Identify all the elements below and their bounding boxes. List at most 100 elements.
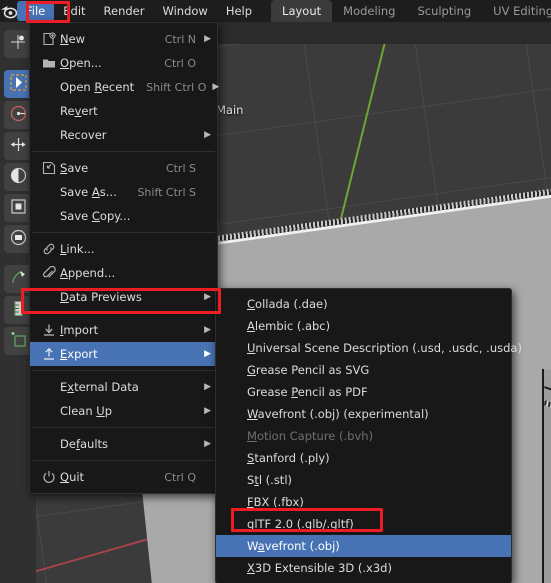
export-menu-item-x3d-extensible-3d-x3d[interactable]: X3D Extensible 3D (.x3d) <box>216 557 511 579</box>
blender-logo-icon[interactable] <box>0 0 17 22</box>
menu-help[interactable]: Help <box>217 1 261 21</box>
export-menu-item-label: glTF 2.0 (.glb/.gltf) <box>247 517 354 531</box>
export-menu-item-label: Alembic (.abc) <box>247 319 331 333</box>
toolbar-item-annotate-pen-tool[interactable] <box>4 265 32 293</box>
export-menu-item-label: Grease Pencil as PDF <box>247 385 368 399</box>
file-menu-item-label: Save <box>60 161 89 175</box>
toolbar-item-add-cube-tool[interactable] <box>4 327 32 355</box>
file-menu-item-label: Clean Up <box>60 404 113 418</box>
file-menu-item-label: Open Recent <box>60 80 135 94</box>
file-menu-item-label: Recover <box>60 128 107 142</box>
add-cube-icon <box>10 331 27 352</box>
tab-sculpting[interactable]: Sculpting <box>406 0 482 22</box>
object-name-label: Main <box>216 103 244 117</box>
file-menu-item-clean-up[interactable]: Clean Up ▶ <box>30 399 217 423</box>
file-menu-item-export[interactable]: Export ▶ <box>30 342 217 366</box>
export-menu-item-grease-pencil-as-svg[interactable]: Grease Pencil as SVG <box>216 359 511 381</box>
menu-separator <box>32 232 215 233</box>
chevron-right-icon: ▶ <box>204 406 211 416</box>
file-menu-item-external-data[interactable]: External Data ▶ <box>30 375 217 399</box>
file-menu-item-label: Open... <box>60 56 102 70</box>
file-menu-item-open[interactable]: Open... Ctrl O <box>30 51 217 75</box>
export-menu-item-alembic-abc[interactable]: Alembic (.abc) <box>216 315 511 337</box>
pen-icon <box>10 269 27 290</box>
export-menu-item-label: Stl (.stl) <box>247 473 293 487</box>
file-menu-item-label: Data Previews <box>60 290 142 304</box>
file-menu-item-link[interactable]: Link... <box>30 237 217 261</box>
file-menu-item-quit[interactable]: Quit Ctrl Q <box>30 465 217 489</box>
export-menu-item-wavefront-obj[interactable]: Wavefront (.obj) <box>216 535 511 557</box>
menu-separator <box>32 427 215 428</box>
file-menu-item-import[interactable]: Import ▶ <box>30 318 217 342</box>
export-menu-item-grease-pencil-as-pdf[interactable]: Grease Pencil as PDF <box>216 381 511 403</box>
file-menu-item-label: Save As... <box>60 185 117 199</box>
file-menu-item-save-as[interactable]: Save As... Shift Ctrl S <box>30 180 217 204</box>
chevron-right-icon: ▶ <box>204 349 211 359</box>
menu-separator <box>32 370 215 371</box>
export-menu-item-universal-scene-description-usd-usdc-usda[interactable]: Universal Scene Description (.usd, .usdc… <box>216 337 522 359</box>
export-menu-item-label: Grease Pencil as SVG <box>247 363 370 377</box>
export-menu-item-collada-dae[interactable]: Collada (.dae) <box>216 293 511 315</box>
cursor-icon <box>10 34 26 54</box>
file-menu-item-open-recent[interactable]: Open Recent Shift Ctrl O ▶ <box>30 75 220 99</box>
file-menu-item-label: Link... <box>60 242 95 256</box>
export-menu-item-wavefront-obj-experimental[interactable]: Wavefront (.obj) (experimental) <box>216 403 511 425</box>
link-icon <box>38 242 60 256</box>
tab-uv-editing[interactable]: UV Editing <box>482 0 551 22</box>
toolbar-item-annotate-tool[interactable] <box>4 225 32 253</box>
toolbar-item-scale-tool[interactable] <box>4 163 32 191</box>
file-menu-item-label: Save Copy... <box>60 209 131 223</box>
file-menu-item-shortcut: Ctrl O <box>164 56 196 70</box>
paperclip-icon <box>38 266 60 280</box>
file-menu-item-label: External Data <box>60 380 139 394</box>
save-icon <box>38 161 60 175</box>
chevron-right-icon: ▶ <box>212 82 220 92</box>
export-menu-item-label: Wavefront (.obj) (experimental) <box>247 407 429 421</box>
model-object-side[interactable] <box>542 368 551 583</box>
file-menu-item-shortcut: Shift Ctrl O <box>146 80 207 94</box>
file-menu-item-save[interactable]: Save Ctrl S <box>30 156 217 180</box>
workspace-tabs: Layout Modeling Sculpting UV Editing Tex… <box>271 0 551 22</box>
file-menu-item-revert[interactable]: Revert <box>30 99 217 123</box>
export-menu-item-gltf-2-0-glb-gltf[interactable]: glTF 2.0 (.glb/.gltf) <box>216 513 511 535</box>
chevron-right-icon: ▶ <box>204 382 211 392</box>
toolbar-item-move-tool[interactable] <box>4 132 32 160</box>
export-submenu: Collada (.dae) Alembic (.abc) Universal Sc… <box>215 288 522 583</box>
toolbar-item-transform-tool[interactable] <box>4 194 32 222</box>
export-menu-item-label: FBX (.fbx) <box>247 495 304 509</box>
file-menu-item-label: Defaults <box>60 437 109 451</box>
menu-edit[interactable]: Edit <box>54 1 94 21</box>
toolbar-item-tweak-tool[interactable] <box>4 70 32 98</box>
annotate-icon <box>10 229 27 250</box>
scale-icon <box>10 167 27 188</box>
toolbar-item-measure-tool[interactable] <box>4 296 32 324</box>
menu-window[interactable]: Window <box>153 1 216 21</box>
move-icon <box>10 136 27 157</box>
export-menu-item-fbx-fbx[interactable]: FBX (.fbx) <box>216 491 511 513</box>
file-menu-item-shortcut: Ctrl S <box>165 161 196 175</box>
topbar: File Edit Render Window Help Layout Mode… <box>0 0 551 22</box>
file-menu-item-defaults[interactable]: Defaults ▶ <box>30 432 217 456</box>
file-menu-item-label: Append... <box>60 266 116 280</box>
file-menu-item-recover[interactable]: Recover ▶ <box>30 123 217 147</box>
file-menu-item-shortcut: Ctrl N <box>164 32 196 46</box>
file-menu-item-data-previews[interactable]: Data Previews ▶ <box>30 285 217 309</box>
file-menu-item-label: Export <box>60 347 98 361</box>
file-menu-item-append[interactable]: Append... <box>30 261 217 285</box>
menu-render[interactable]: Render <box>95 1 154 21</box>
export-menu-item-stanford-ply[interactable]: Stanford (.ply) <box>216 447 511 469</box>
file-menu-item-save-copy[interactable]: Save Copy... <box>30 204 217 228</box>
menu-file[interactable]: File <box>17 1 55 21</box>
tab-modeling[interactable]: Modeling <box>332 0 406 22</box>
tab-layout[interactable]: Layout <box>271 0 333 22</box>
file-menu-item-new[interactable]: New Ctrl N ▶ <box>30 27 217 51</box>
file-menu-item-shortcut: Shift Ctrl S <box>137 185 196 199</box>
file-menu-item-label: Quit <box>60 470 85 484</box>
power-icon <box>38 470 60 484</box>
export-menu-item-label: Universal Scene Description (.usd, .usdc… <box>247 341 522 355</box>
chevron-right-icon: ▶ <box>204 439 211 449</box>
export-menu-item-label: Motion Capture (.bvh) <box>247 429 374 443</box>
toolbar-item-rotate-tool[interactable] <box>4 101 32 129</box>
export-menu-item-stl-stl[interactable]: Stl (.stl) <box>216 469 511 491</box>
toolbar-item-cursor-tool[interactable] <box>4 30 32 58</box>
